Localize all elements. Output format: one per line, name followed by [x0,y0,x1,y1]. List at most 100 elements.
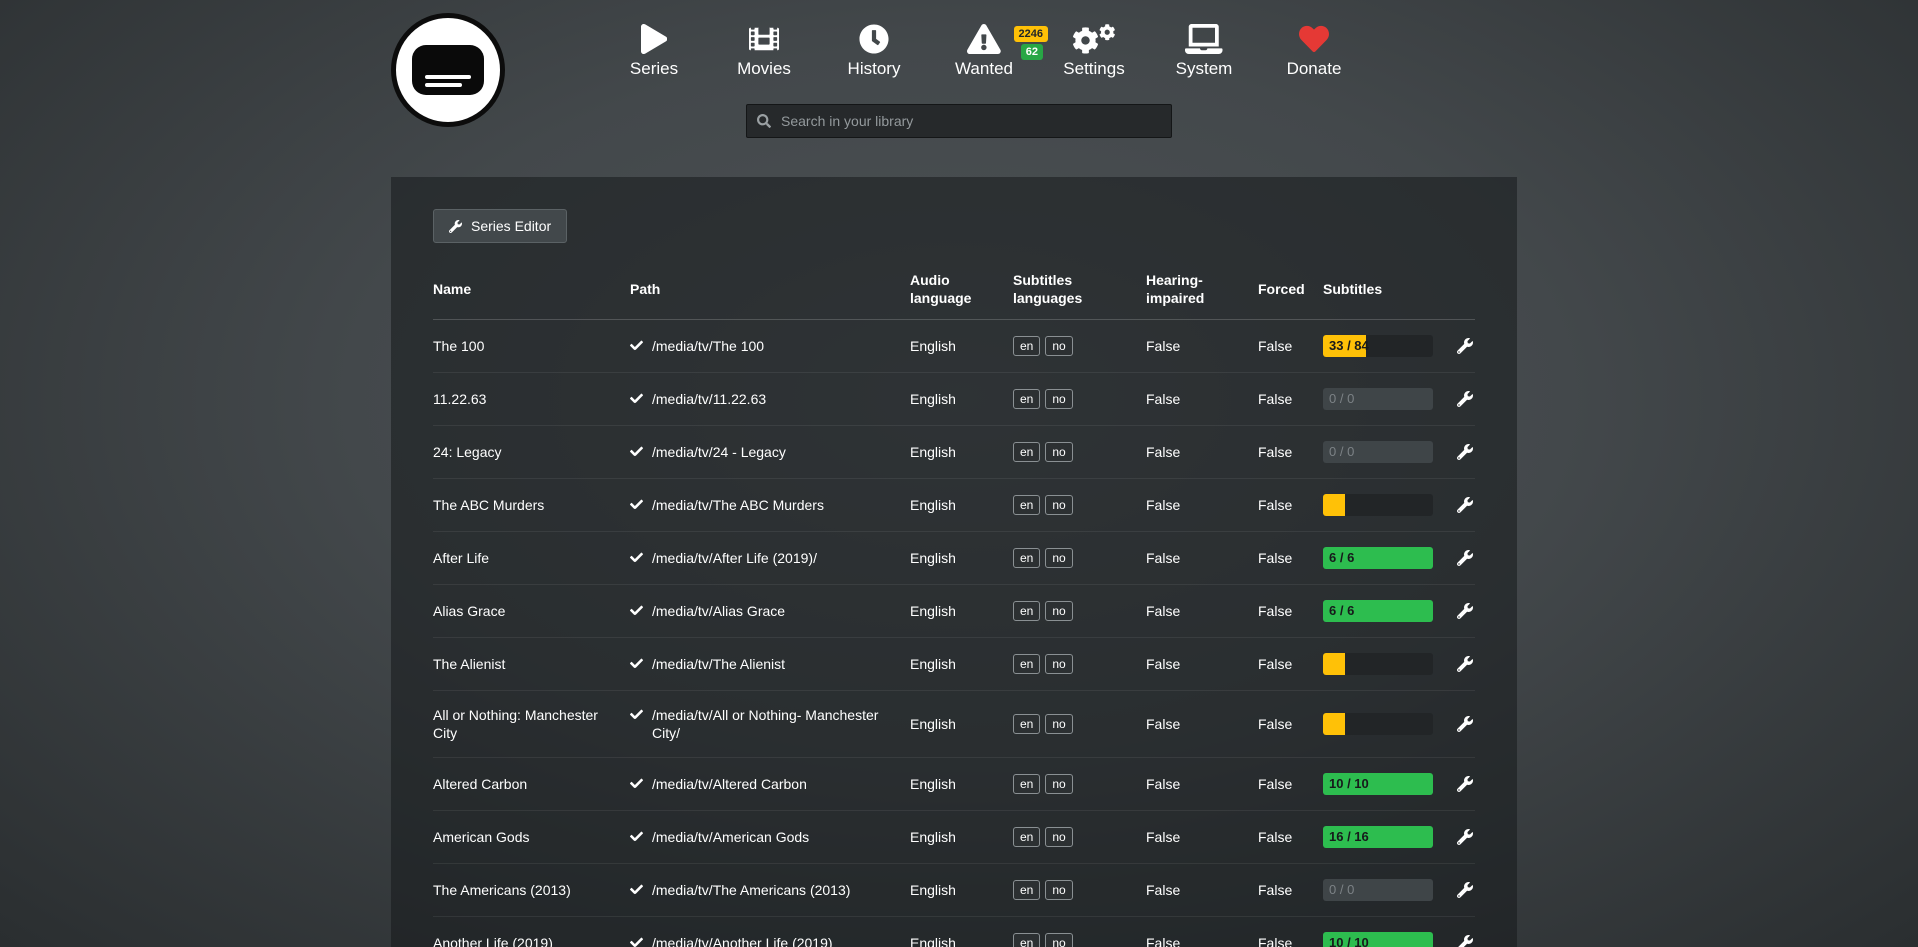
edit-series-button[interactable] [1457,656,1473,672]
subtitles-languages-badges: enno [1013,548,1146,568]
edit-series-button[interactable] [1457,776,1473,792]
edit-series-button[interactable] [1457,935,1473,947]
wrench-icon [1457,656,1473,672]
search-icon [757,114,771,128]
edit-series-button[interactable] [1457,497,1473,513]
audio-language-value: English [910,602,1013,620]
nav-item-wanted[interactable]: Wanted 2246 62 [948,20,1020,79]
series-name-link[interactable]: The 100 [433,337,630,355]
language-badge: no [1045,336,1072,356]
subtitles-progress-bar: 0 / 0 [1323,441,1433,463]
wrench-icon [1457,829,1473,845]
wrench-icon [1457,935,1473,947]
warning-triangle-icon [967,20,1001,54]
series-path: /media/tv/All or Nothing- Manchester Cit… [630,706,910,742]
series-path: /media/tv/American Gods [630,828,910,846]
subtitles-progress-bar: 6 / 6 [1323,600,1433,622]
check-icon [630,551,643,564]
series-path: /media/tv/24 - Legacy [630,443,910,461]
progress-label: 0 / 0 [1329,388,1354,410]
wrench-icon [1457,338,1473,354]
series-name-link[interactable]: Another Life (2019) [433,934,630,947]
bazarr-logo[interactable] [391,13,505,127]
series-editor-label: Series Editor [471,218,551,234]
laptop-icon [1185,20,1223,54]
check-icon [630,392,643,405]
row-actions [1443,935,1475,947]
table-row: The Americans (2013) /media/tv/The Ameri… [433,864,1475,917]
edit-series-button[interactable] [1457,338,1473,354]
nav-item-system[interactable]: System [1168,20,1240,79]
row-actions [1443,829,1475,845]
series-name-link[interactable]: The Americans (2013) [433,881,630,899]
language-badge: no [1045,495,1072,515]
edit-series-button[interactable] [1457,882,1473,898]
progress-label: 33 / 84 [1329,335,1369,357]
row-actions [1443,776,1475,792]
series-name-link[interactable]: After Life [433,549,630,567]
hearing-impaired-value: False [1146,934,1258,947]
column-header-audio-language: Audio language [910,271,1013,307]
hearing-impaired-value: False [1146,337,1258,355]
series-name-link[interactable]: 11.22.63 [433,390,630,408]
hearing-impaired-value: False [1146,443,1258,461]
audio-language-value: English [910,443,1013,461]
series-path: /media/tv/The Americans (2013) [630,881,910,899]
check-icon [630,830,643,843]
row-actions [1443,716,1475,732]
series-name-link[interactable]: The Alienist [433,655,630,673]
edit-series-button[interactable] [1457,550,1473,566]
subtitles-progress-cell: 10 / 10 [1323,773,1443,795]
series-editor-button[interactable]: Series Editor [433,209,567,243]
language-badge: en [1013,548,1040,568]
row-actions [1443,882,1475,898]
edit-series-button[interactable] [1457,716,1473,732]
subtitles-progress-bar: 10 / 10 [1323,773,1433,795]
forced-value: False [1258,443,1323,461]
nav-item-history[interactable]: History [838,20,910,79]
forced-value: False [1258,715,1323,733]
subtitles-languages-badges: enno [1013,827,1146,847]
row-actions [1443,391,1475,407]
subtitles-languages-badges: enno [1013,654,1146,674]
wrench-icon [1457,776,1473,792]
progress-label: 6 / 6 [1329,600,1354,622]
subtitles-languages-badges: enno [1013,933,1146,947]
language-badge: no [1045,774,1072,794]
edit-series-button[interactable] [1457,444,1473,460]
subtitles-progress-cell [1323,494,1443,516]
nav-item-donate[interactable]: Donate [1278,20,1350,79]
search-input[interactable] [779,112,1161,130]
series-name-link[interactable]: The ABC Murders [433,496,630,514]
nav-item-series[interactable]: Series [618,20,690,79]
audio-language-value: English [910,828,1013,846]
series-name-link[interactable]: 24: Legacy [433,443,630,461]
series-name-link[interactable]: Altered Carbon [433,775,630,793]
series-path: /media/tv/The Alienist [630,655,910,673]
series-name-link[interactable]: Alias Grace [433,602,630,620]
series-name-link[interactable]: All or Nothing: Manchester City [433,706,630,742]
nav-label: History [848,59,901,79]
edit-series-button[interactable] [1457,391,1473,407]
series-path-text: /media/tv/Another Life (2019) [652,934,833,947]
series-path-text: /media/tv/The Americans (2013) [652,881,850,899]
language-badge: no [1045,548,1072,568]
language-badge: no [1045,827,1072,847]
series-path-text: /media/tv/Altered Carbon [652,775,807,793]
progress-label: 10 / 10 [1329,773,1369,795]
series-path-text: /media/tv/American Gods [652,828,809,846]
nav-label: System [1176,59,1233,79]
nav-item-movies[interactable]: Movies [728,20,800,79]
forced-value: False [1258,602,1323,620]
series-name-link[interactable]: American Gods [433,828,630,846]
series-path-text: /media/tv/After Life (2019)/ [652,549,817,567]
subtitles-progress-cell: 10 / 10 [1323,932,1443,947]
edit-series-button[interactable] [1457,603,1473,619]
edit-series-button[interactable] [1457,829,1473,845]
forced-value: False [1258,828,1323,846]
series-path-text: /media/tv/11.22.63 [652,390,766,408]
nav-item-settings[interactable]: Settings [1058,20,1130,79]
table-row: The ABC Murders /media/tv/The ABC Murder… [433,479,1475,532]
search-bar [746,104,1172,138]
forced-value: False [1258,655,1323,673]
